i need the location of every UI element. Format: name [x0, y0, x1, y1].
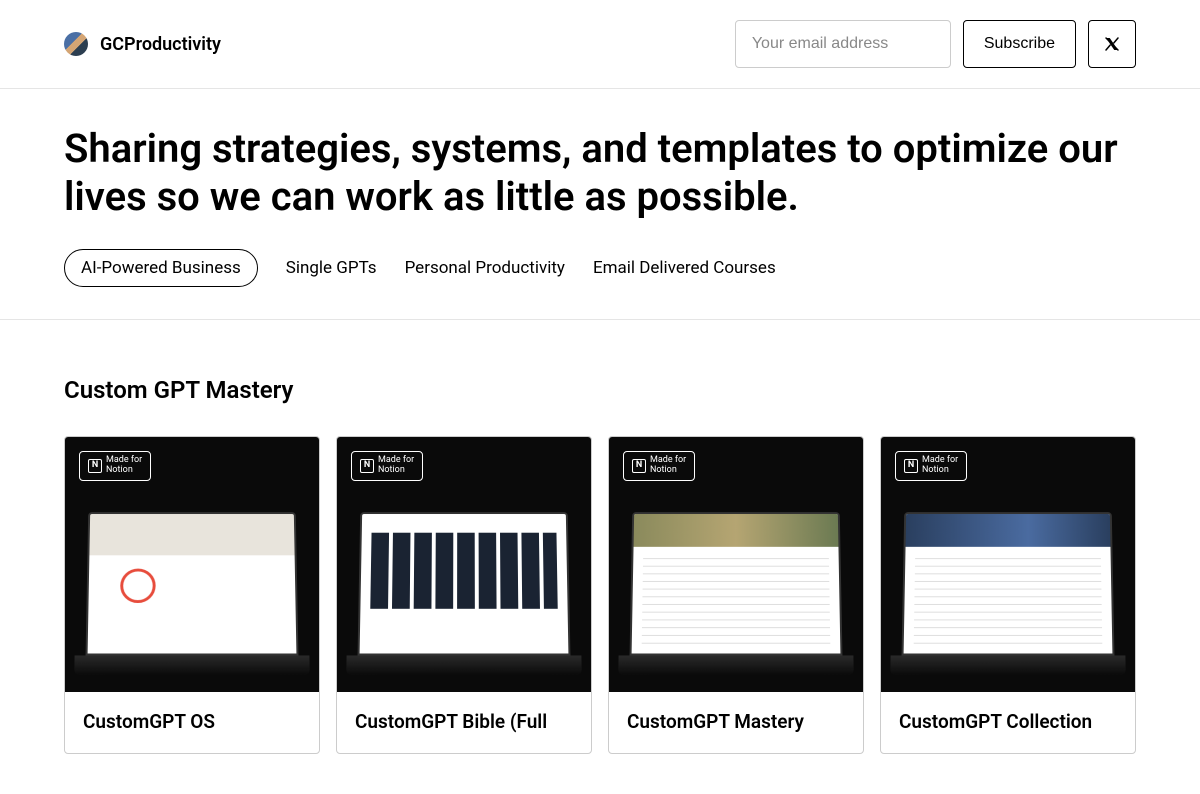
section-title: Custom GPT Mastery	[64, 376, 1136, 404]
tab-ai-powered-business[interactable]: AI-Powered Business	[64, 249, 258, 287]
header: GCProductivity Subscribe	[0, 0, 1200, 89]
product-card[interactable]: N Made forNotion CustomGPT OS	[64, 436, 320, 754]
tab-single-gpts[interactable]: Single GPTs	[286, 250, 377, 286]
hero: Sharing strategies, systems, and templat…	[0, 89, 1200, 320]
hero-title: Sharing strategies, systems, and templat…	[64, 125, 1124, 221]
notion-badge: N Made forNotion	[351, 451, 423, 481]
header-actions: Subscribe	[735, 20, 1136, 68]
notion-badge: N Made forNotion	[623, 451, 695, 481]
product-thumbnail: N Made forNotion	[65, 437, 319, 692]
notion-badge: N Made forNotion	[895, 451, 967, 481]
product-title: CustomGPT Collection	[899, 710, 1117, 735]
email-input[interactable]	[735, 20, 951, 68]
tab-personal-productivity[interactable]: Personal Productivity	[405, 250, 565, 286]
brand-avatar	[64, 32, 88, 56]
brand[interactable]: GCProductivity	[64, 32, 221, 56]
product-card[interactable]: N Made forNotion CustomGPT Bible (Full	[336, 436, 592, 754]
notion-icon: N	[632, 459, 646, 473]
x-twitter-button[interactable]	[1088, 20, 1136, 68]
notion-badge: N Made forNotion	[79, 451, 151, 481]
products-section: Custom GPT Mastery N Made forNotion Cust…	[0, 320, 1200, 794]
subscribe-button[interactable]: Subscribe	[963, 20, 1076, 68]
product-card[interactable]: N Made forNotion CustomGPT Collection	[880, 436, 1136, 754]
notion-icon: N	[360, 459, 374, 473]
product-thumbnail: N Made forNotion	[881, 437, 1135, 692]
notion-icon: N	[904, 459, 918, 473]
product-title: CustomGPT Mastery	[627, 710, 845, 735]
notion-icon: N	[88, 459, 102, 473]
product-thumbnail: N Made forNotion	[337, 437, 591, 692]
category-tabs: AI-Powered Business Single GPTs Personal…	[64, 249, 1136, 287]
x-twitter-icon	[1103, 35, 1121, 53]
product-thumbnail: N Made forNotion	[609, 437, 863, 692]
products-grid: N Made forNotion CustomGPT OS N Made for…	[64, 436, 1136, 754]
brand-name: GCProductivity	[100, 34, 221, 55]
tab-email-courses[interactable]: Email Delivered Courses	[593, 250, 776, 286]
product-title: CustomGPT OS	[83, 710, 301, 735]
product-title: CustomGPT Bible (Full	[355, 710, 573, 735]
product-card[interactable]: N Made forNotion CustomGPT Mastery	[608, 436, 864, 754]
